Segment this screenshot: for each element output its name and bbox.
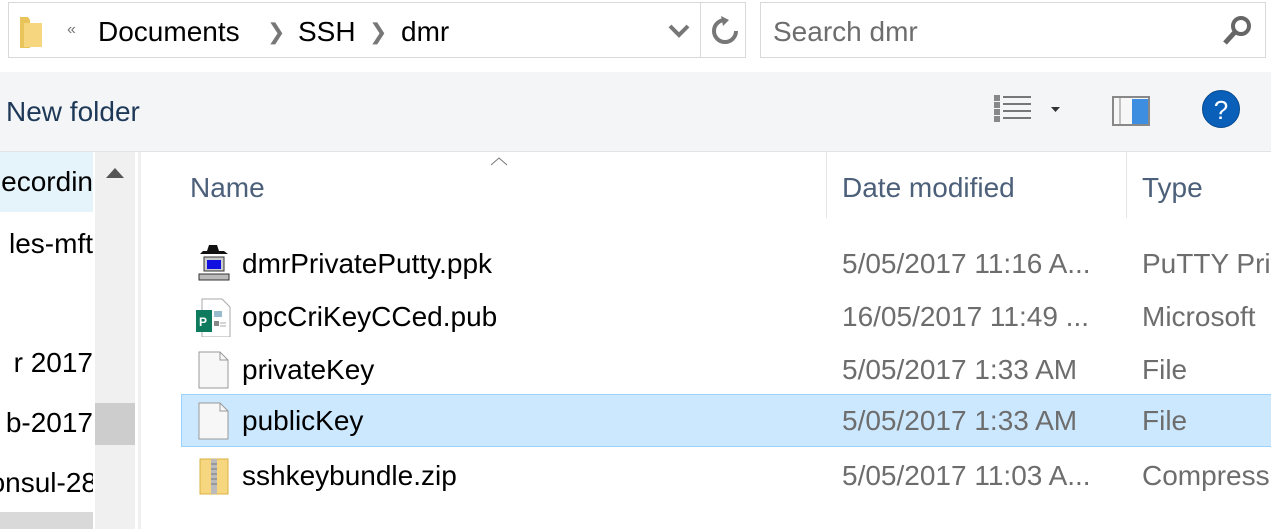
overflow-chevron[interactable]: « — [67, 21, 76, 39]
file-name: publicKey — [242, 405, 364, 436]
file-icon — [198, 351, 229, 389]
file-date: 5/05/2017 11:03 A... — [842, 460, 1091, 491]
chevron-down-icon[interactable] — [667, 23, 691, 39]
file-type: Microsoft — [1142, 301, 1256, 332]
nav-item[interactable]: onsul-28 — [0, 453, 93, 513]
help-button[interactable]: ? — [1202, 90, 1240, 128]
search-icon[interactable] — [1221, 15, 1253, 47]
search-box[interactable]: Search dmr — [760, 2, 1266, 58]
refresh-icon[interactable] — [709, 15, 741, 47]
column-divider[interactable] — [826, 152, 827, 218]
nav-item-partial[interactable] — [0, 512, 93, 529]
nav-scrollbar[interactable] — [95, 152, 135, 529]
view-dropdown-icon[interactable] — [1050, 106, 1062, 114]
nav-item[interactable]: b-2017 — [0, 393, 93, 453]
scroll-up-icon[interactable] — [105, 164, 125, 180]
file-name: dmrPrivatePutty.ppk — [242, 248, 493, 279]
file-date: 16/05/2017 11:49 ... — [842, 301, 1090, 332]
file-row[interactable]: privateKey 5/05/2017 1:33 AM File — [181, 343, 1271, 396]
details-view-icon[interactable] — [994, 94, 1032, 126]
file-date: 5/05/2017 1:33 AM — [842, 405, 1078, 436]
nav-item[interactable]: r 2017 — [0, 333, 93, 393]
file-name: sshkeybundle.zip — [242, 460, 457, 491]
file-name: opcCriKeyCCed.pub — [242, 301, 498, 332]
column-header-date[interactable]: Date modified — [842, 172, 1015, 204]
column-header-name[interactable]: Name — [190, 172, 265, 204]
column-divider[interactable] — [1126, 152, 1127, 218]
file-date: 5/05/2017 11:16 A... — [842, 248, 1091, 279]
scrollbar-thumb[interactable] — [95, 403, 135, 445]
file-type: Compress — [1142, 460, 1270, 491]
zip-folder-icon — [199, 458, 229, 495]
file-date: 5/05/2017 1:33 AM — [842, 354, 1078, 385]
divider — [700, 3, 701, 57]
nav-item[interactable]: ecordin — [0, 152, 93, 212]
file-icon — [198, 402, 229, 440]
pane-divider[interactable] — [138, 152, 141, 529]
file-type: File — [1142, 405, 1188, 436]
putty-key-icon — [198, 245, 230, 281]
nav-item[interactable]: les-mft — [0, 214, 93, 274]
file-row[interactable]: sshkeybundle.zip 5/05/2017 11:03 A... Co… — [181, 449, 1271, 502]
column-header-type[interactable]: Type — [1142, 172, 1203, 204]
address-bar[interactable]: « Documents ❯ SSH ❯ dmr — [8, 2, 746, 58]
chevron-right-icon[interactable]: ❯ — [267, 19, 285, 45]
breadcrumb-documents[interactable]: Documents — [98, 16, 240, 48]
command-bar: New folder ? — [0, 72, 1271, 152]
svg-text:P: P — [199, 315, 207, 329]
new-folder-button[interactable]: New folder — [6, 96, 140, 128]
file-type: PuTTY Priv — [1142, 248, 1271, 279]
chevron-right-icon[interactable]: ❯ — [369, 19, 387, 45]
file-row[interactable]: dmrPrivatePutty.ppk 5/05/2017 11:16 A...… — [181, 237, 1271, 290]
breadcrumb-ssh[interactable]: SSH — [298, 16, 356, 48]
search-input[interactable]: Search dmr — [773, 16, 918, 48]
preview-pane-icon[interactable] — [1112, 96, 1150, 126]
publisher-file-icon: P — [196, 298, 231, 337]
folder-icon — [20, 17, 42, 48]
file-row-selected[interactable]: publicKey 5/05/2017 1:33 AM File — [181, 394, 1271, 447]
sort-ascending-icon — [490, 157, 508, 166]
file-name: privateKey — [242, 354, 375, 385]
breadcrumb-dmr[interactable]: dmr — [401, 16, 449, 48]
file-type: File — [1142, 354, 1188, 385]
file-row[interactable]: P opcCriKeyCCed.pub 16/05/2017 11:49 ...… — [181, 290, 1271, 343]
